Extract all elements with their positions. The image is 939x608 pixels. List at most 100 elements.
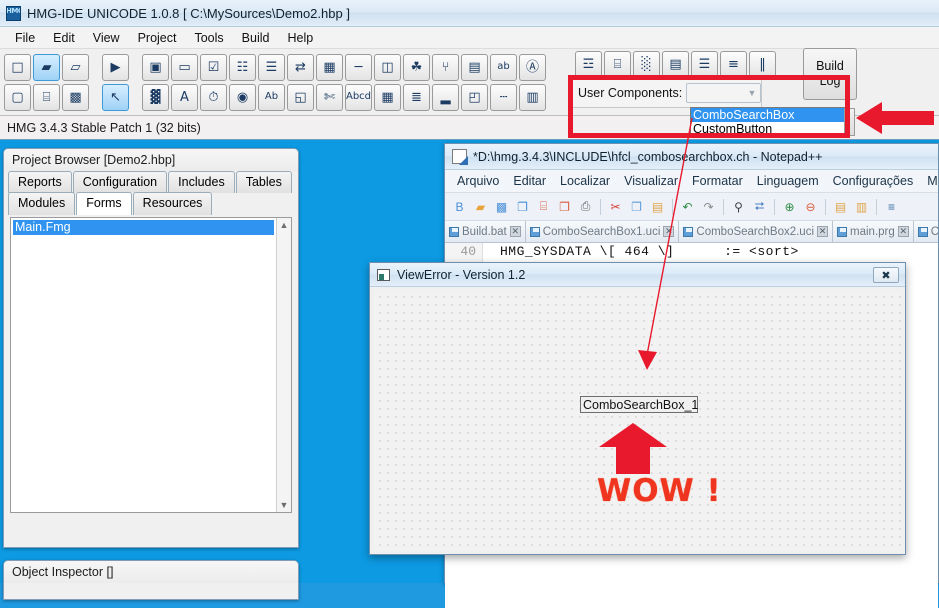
toolbar-button-document-icon[interactable]: ⌸: [33, 84, 60, 111]
user-components-combo[interactable]: ▼: [686, 83, 761, 103]
toolbar-button-listbox-control-icon[interactable]: ☷: [229, 54, 256, 81]
toolbar-button-save-folder-icon[interactable]: ▱: [62, 54, 89, 81]
toolbar-button-detail-icon[interactable]: ☰: [691, 51, 718, 78]
notepad-menu-configuraes[interactable]: Configurações: [826, 172, 921, 190]
tab-resources[interactable]: Resources: [133, 192, 213, 215]
form-design-canvas[interactable]: ComboSearchBox_1 WOW !: [374, 291, 901, 550]
notepad-zoom-out-icon[interactable]: ⊖: [801, 197, 820, 216]
notepad-tab[interactable]: Co✕: [914, 221, 938, 242]
toolbar-button-browsetable-icon[interactable]: ▥: [519, 84, 546, 111]
notepad-menu-localizar[interactable]: Localizar: [553, 172, 617, 190]
toolbar-button-richtext-control-icon[interactable]: Ⓐ: [519, 54, 546, 81]
menu-item-tools[interactable]: Tools: [185, 29, 232, 47]
toolbar-button-save-icon[interactable]: ▩: [62, 84, 89, 111]
toolbar-button-grid-control-icon[interactable]: ▦: [316, 54, 343, 81]
toolbar-button-textbox-icon[interactable]: Ab: [258, 84, 285, 111]
menu-item-view[interactable]: View: [84, 29, 129, 47]
toolbar-button-library-icon[interactable]: ▓: [142, 84, 169, 111]
notepad-print-icon[interactable]: ⎙: [576, 197, 595, 216]
menu-item-help[interactable]: Help: [278, 29, 322, 47]
tab-forms[interactable]: Forms: [76, 192, 131, 215]
build-log-button[interactable]: Build Log: [803, 48, 857, 100]
toolbar-button-rounded-button-icon[interactable]: ▭: [171, 54, 198, 81]
notepad-tab[interactable]: Build.bat ✕: [445, 221, 526, 242]
dropdown-scrollbar[interactable]: [844, 108, 855, 136]
toolbar-button-panel-icon[interactable]: ┄: [490, 84, 517, 111]
notepad-word-wrap-icon[interactable]: ≡: [882, 197, 901, 216]
forms-list-scrollbar[interactable]: ▲ ▼: [276, 218, 291, 512]
notepad-tab[interactable]: ComboSearchBox2.uci ✕: [679, 221, 833, 242]
notepad-zoom-in-icon[interactable]: ⊕: [780, 197, 799, 216]
toolbar-button-radiogroup-control-icon[interactable]: ⇄: [287, 54, 314, 81]
notepad-menu-visualizar[interactable]: Visualizar: [617, 172, 685, 190]
notepad-open-document-icon[interactable]: ▰: [471, 197, 490, 216]
list-item[interactable]: Main.Fmg: [13, 220, 274, 235]
notepad-replace-icon[interactable]: ⮂: [750, 197, 769, 216]
toolbar-button-progressbar-icon[interactable]: ▂: [432, 84, 459, 111]
toolbar-button-combobox-control-icon[interactable]: ☰: [258, 54, 285, 81]
toolbar-button-listview-icon[interactable]: ≣: [403, 84, 430, 111]
notepad-find-icon[interactable]: ⚲: [729, 197, 748, 216]
toolbar-button-image-control-icon[interactable]: ☘: [403, 54, 430, 81]
notepad-menu-macro[interactable]: Macro: [920, 172, 938, 190]
toolbar-button-animation-icon[interactable]: ✄: [316, 84, 343, 111]
notepad-cut-icon[interactable]: ✂: [606, 197, 625, 216]
toolbar-button-monthcalendar-icon[interactable]: ▦: [374, 84, 401, 111]
notepad-tab[interactable]: main.prg ✕: [833, 221, 914, 242]
toolbar-button-open-folder-icon[interactable]: ▰: [33, 54, 60, 81]
toolbar-button-player-icon[interactable]: ◰: [461, 84, 488, 111]
toolbar-button-button-control-icon[interactable]: ▣: [142, 54, 169, 81]
notepad-close-all-icon[interactable]: ❐: [555, 197, 574, 216]
close-button[interactable]: ✖: [873, 267, 899, 283]
notepad-new-document-icon[interactable]: ὜B: [450, 197, 469, 216]
dropdown-option-combosearchbox[interactable]: ComboSearchBox: [691, 108, 844, 122]
close-icon[interactable]: ✕: [898, 226, 909, 237]
toolbar-button-tree-view-icon[interactable]: ☲: [575, 51, 602, 78]
combosearchbox-control[interactable]: ComboSearchBox_1: [580, 396, 698, 413]
notepad-paste-icon[interactable]: ▤: [648, 197, 667, 216]
toolbar-button-browse-icon[interactable]: Abcd: [345, 84, 372, 111]
notepad-close-document-icon[interactable]: ⌸: [534, 197, 553, 216]
menu-item-edit[interactable]: Edit: [44, 29, 84, 47]
toolbar-button-calendar-control-icon[interactable]: ▤: [461, 54, 488, 81]
menu-item-build[interactable]: Build: [233, 29, 279, 47]
toolbar-button-window-icon[interactable]: ▢: [4, 84, 31, 111]
toolbar-button-radiobutton-icon[interactable]: ◉: [229, 84, 256, 111]
notepad-save-icon[interactable]: ▩: [492, 197, 511, 216]
close-icon[interactable]: ✕: [510, 226, 521, 237]
toolbar-button-columns-icon[interactable]: ‖: [749, 51, 776, 78]
toolbar-button-report-icon[interactable]: ⌸: [604, 51, 631, 78]
menu-item-project[interactable]: Project: [129, 29, 186, 47]
tab-reports[interactable]: Reports: [8, 171, 72, 193]
toolbar-button-master-detail-icon[interactable]: ≡: [720, 51, 747, 78]
tab-includes[interactable]: Includes: [168, 171, 235, 193]
tab-modules[interactable]: Modules: [8, 192, 75, 215]
toolbar-button-slider-control-icon[interactable]: ─: [345, 54, 372, 81]
notepad-sync-scroll-h-icon[interactable]: ▥: [852, 197, 871, 216]
notepad-menu-linguagem[interactable]: Linguagem: [750, 172, 826, 190]
triangle-down-icon[interactable]: ▼: [280, 500, 289, 510]
toolbar-button-timer-icon[interactable]: ⏱: [200, 84, 227, 111]
user-components-dropdown-list[interactable]: ComboSearchBox CustomButton: [690, 107, 845, 135]
close-icon[interactable]: ✕: [817, 226, 828, 237]
forms-list[interactable]: Main.Fmg: [11, 218, 276, 512]
notepad-menu-formatar[interactable]: Formatar: [685, 172, 750, 190]
dropdown-option-custombutton[interactable]: CustomButton: [691, 122, 844, 136]
notepad-tab[interactable]: ComboSearchBox1.uci ✕: [526, 221, 680, 242]
toolbar-button-tab-control-icon[interactable]: ◱: [287, 84, 314, 111]
notepad-redo-icon[interactable]: ↷: [699, 197, 718, 216]
triangle-up-icon[interactable]: ▲: [280, 220, 289, 230]
toolbar-button-spinner-control-icon[interactable]: ◫: [374, 54, 401, 81]
notepad-menu-editar[interactable]: Editar: [506, 172, 553, 190]
toolbar-button-label-control-icon[interactable]: ab: [490, 54, 517, 81]
toolbar-button-font-icon[interactable]: A: [171, 84, 198, 111]
tab-configuration[interactable]: Configuration: [73, 171, 167, 193]
tab-tables[interactable]: Tables: [236, 171, 292, 193]
toolbar-button-pointer-tool-icon[interactable]: ↖: [102, 84, 129, 111]
toolbar-button-chart-icon[interactable]: ░: [633, 51, 660, 78]
menu-item-file[interactable]: File: [6, 29, 44, 47]
toolbar-button-split-icon[interactable]: ▤: [662, 51, 689, 78]
toolbar-button-tree-control-icon[interactable]: ⑂: [432, 54, 459, 81]
notepad-save-all-icon[interactable]: ❐: [513, 197, 532, 216]
notepad-sync-scroll-v-icon[interactable]: ▤: [831, 197, 850, 216]
